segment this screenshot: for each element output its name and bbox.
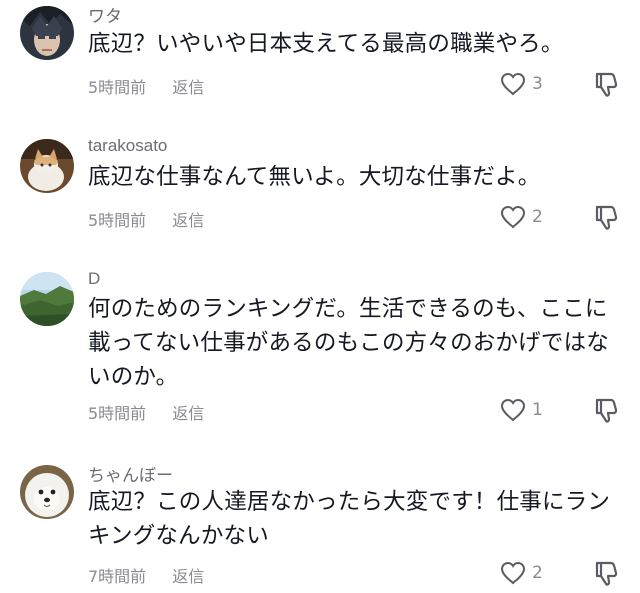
heart-icon	[500, 205, 526, 229]
thumbs-down-icon	[595, 205, 618, 230]
avatar[interactable]	[20, 272, 74, 326]
anime-character-avatar-icon	[20, 6, 74, 60]
comment-username[interactable]: tarakosato	[88, 136, 167, 156]
comment-username[interactable]: D	[88, 269, 100, 289]
dog-avatar-icon	[20, 465, 74, 519]
dislike-button[interactable]	[594, 398, 618, 428]
like-button[interactable]: 2	[500, 205, 543, 229]
comment-text: 底辺？いやいや日本支えてる最高の職業やろ。	[88, 31, 564, 57]
thumbs-down-icon	[595, 561, 618, 586]
like-count: 1	[532, 400, 543, 420]
reply-button[interactable]: 返信	[172, 563, 204, 587]
like-button[interactable]: 2	[500, 561, 543, 585]
dislike-button[interactable]	[594, 561, 618, 591]
landscape-avatar-icon	[20, 272, 74, 326]
comment-text: 何のためのランキングだ。生活できるのも、ここに載ってない仕事があるのもこの方々の…	[88, 296, 609, 390]
comment-timestamp: 7時間前	[88, 567, 147, 586]
reply-button[interactable]: 返信	[172, 74, 204, 98]
avatar[interactable]	[20, 465, 74, 519]
like-count: 2	[532, 207, 543, 227]
like-count: 3	[532, 74, 543, 94]
comment-meta: 5時間前 返信	[88, 74, 204, 98]
reply-button[interactable]: 返信	[172, 400, 204, 424]
like-button[interactable]: 1	[500, 398, 543, 422]
avatar[interactable]	[20, 139, 74, 193]
comment-timestamp: 5時間前	[88, 211, 147, 230]
comment-text: 底辺？この人達居なかったら大変です！仕事にランキングなんかない	[88, 489, 611, 549]
heart-icon	[500, 398, 526, 422]
comment-meta: 5時間前 返信	[88, 400, 204, 424]
comment-meta: 7時間前 返信	[88, 563, 204, 587]
cat-avatar-icon	[20, 139, 74, 193]
like-count: 2	[532, 563, 543, 583]
heart-icon	[500, 72, 526, 96]
heart-icon	[500, 561, 526, 585]
comment-timestamp: 5時間前	[88, 404, 147, 423]
comment-text: 底辺な仕事なんて無いよ。大切な仕事だよ。	[88, 164, 541, 190]
dislike-button[interactable]	[594, 205, 618, 235]
like-button[interactable]: 3	[500, 72, 543, 96]
avatar[interactable]	[20, 6, 74, 60]
reply-button[interactable]: 返信	[172, 207, 204, 231]
comment-username[interactable]: ちゃんぼー	[88, 461, 173, 486]
comment-username[interactable]: ワタ	[88, 2, 122, 27]
thumbs-down-icon	[595, 398, 618, 423]
comment-timestamp: 5時間前	[88, 78, 147, 97]
dislike-button[interactable]	[594, 72, 618, 102]
thumbs-down-icon	[595, 72, 618, 97]
comment-meta: 5時間前 返信	[88, 207, 204, 231]
